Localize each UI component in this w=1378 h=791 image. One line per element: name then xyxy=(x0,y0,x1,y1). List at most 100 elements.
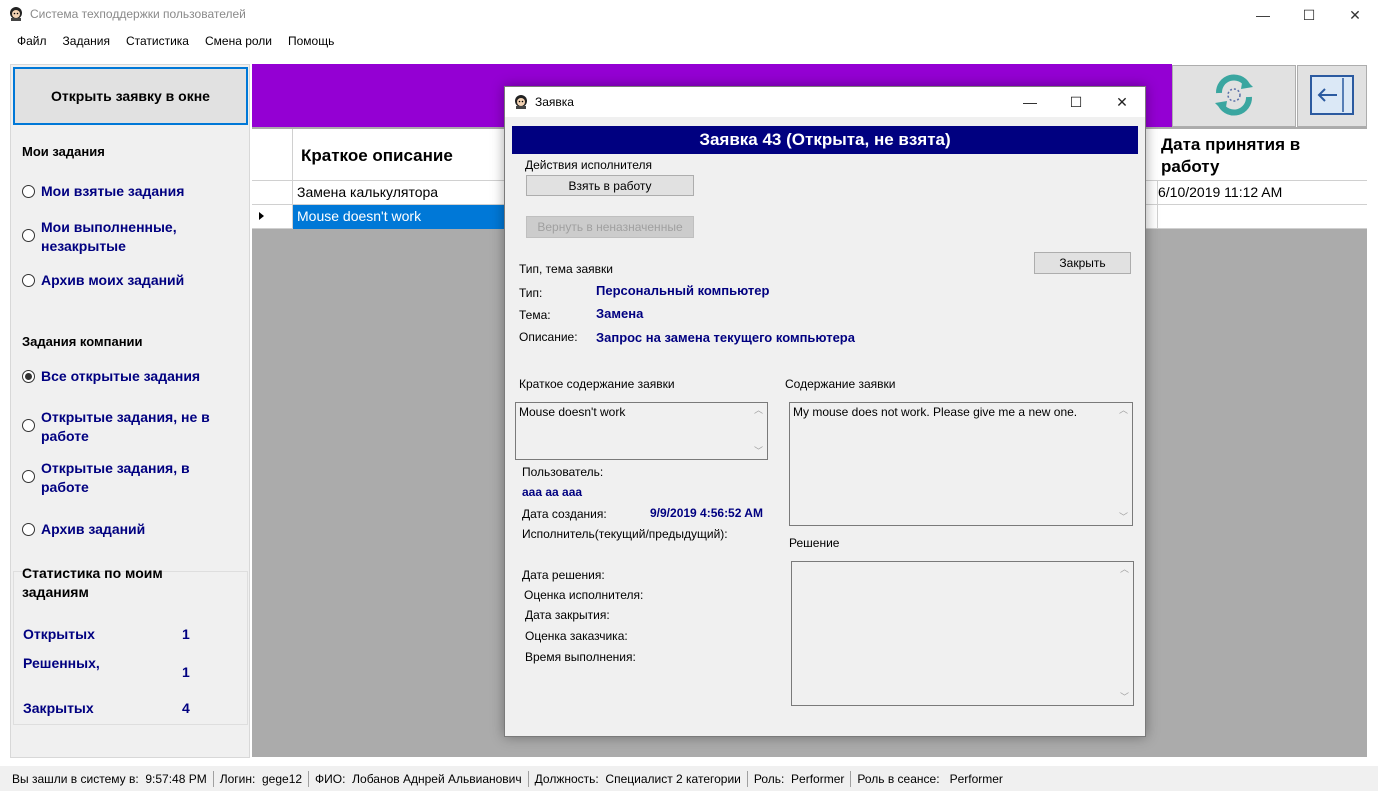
radio-button-checked-icon xyxy=(22,370,35,383)
status-value: Performer xyxy=(791,771,845,786)
radio-my-archive[interactable]: Архив моих заданий xyxy=(22,271,184,290)
stats-box: Статистика по моим заданиям Открытых 1 Р… xyxy=(13,565,248,725)
status-value: Performer xyxy=(949,771,1003,786)
radio-all-open[interactable]: Все открытые задания xyxy=(22,367,200,386)
status-session-role: Роль в сеансе: Performer xyxy=(851,772,1009,786)
status-value: Лобанов Аднрей Альвианович xyxy=(352,771,522,786)
ticket-header: Заявка 43 (Открыта, не взята) xyxy=(512,126,1138,154)
status-login: Логин: gege12 xyxy=(214,772,308,786)
menu-file[interactable]: Файл xyxy=(9,34,55,48)
back-button[interactable] xyxy=(1297,65,1367,127)
dialog-title: Заявка xyxy=(535,95,574,109)
app-logo-icon xyxy=(8,6,24,25)
performer-label: Исполнитель(текущий/предыдущий): xyxy=(522,527,728,541)
performer-rating-label: Оценка исполнителя: xyxy=(524,588,644,602)
radio-label: Мои выполненные, незакрытые xyxy=(41,219,177,254)
row-header[interactable] xyxy=(252,181,293,205)
radio-my-done-unclosed[interactable]: Мои выполненные, незакрытые xyxy=(22,218,222,256)
ticket-dialog: Заявка — ☐ ✕ Заявка 43 (Открыта, не взят… xyxy=(504,86,1146,737)
short-content-textbox[interactable]: Mouse doesn't work ︿ ﹀ xyxy=(515,402,768,460)
radio-label: Архив заданий xyxy=(41,521,146,537)
scroll-up-icon[interactable]: ︿ xyxy=(1119,406,1128,415)
cell-taken-date[interactable]: 6/10/2019 11:12 AM xyxy=(1157,181,1367,205)
content-textbox[interactable]: My mouse does not work. Please give me a… xyxy=(789,402,1133,526)
scrollbar[interactable]: ︿ ﹀ xyxy=(750,403,767,459)
status-fio: ФИО: Лобанов Аднрей Альвианович xyxy=(309,772,528,786)
performer-actions-label: Действия исполнителя xyxy=(525,158,652,172)
status-label: Вы зашли в систему в: xyxy=(12,771,139,786)
solution-label: Решение xyxy=(789,536,840,550)
column-header-taken-date[interactable]: Дата принятия в работу xyxy=(1161,134,1361,178)
user-value: aaa aa aaa xyxy=(522,485,583,499)
radio-my-taken-tasks[interactable]: Мои взятые задания xyxy=(22,182,184,201)
topic-value: Замена xyxy=(596,306,644,321)
menu-bar: Файл Задания Статистика Смена роли Помощ… xyxy=(0,30,1378,52)
scroll-down-icon[interactable]: ﹀ xyxy=(754,447,763,456)
scroll-down-icon[interactable]: ﹀ xyxy=(1120,693,1129,702)
radio-button-icon xyxy=(22,419,35,432)
stat-solved-label: Решенных, xyxy=(23,655,100,671)
menu-tasks[interactable]: Задания xyxy=(55,34,118,48)
scrollbar[interactable]: ︿ ﹀ xyxy=(1115,403,1132,525)
radio-label: Открытые задания, в работе xyxy=(41,460,190,495)
column-header-description[interactable]: Краткое описание xyxy=(301,146,453,166)
type-label: Тип: xyxy=(519,286,543,300)
row-header[interactable] xyxy=(252,205,293,229)
radio-open-in-work[interactable]: Открытые задания, в работе xyxy=(22,459,222,497)
radio-button-icon xyxy=(22,470,35,483)
radio-button-icon xyxy=(22,229,35,242)
close-button[interactable]: ✕ xyxy=(1332,0,1378,30)
dialog-maximize-button[interactable]: ☐ xyxy=(1053,87,1099,117)
radio-label: Открытые задания, не в работе xyxy=(41,409,210,444)
maximize-button[interactable]: ☐ xyxy=(1286,0,1332,30)
take-in-work-button[interactable]: Взять в работу xyxy=(526,175,694,196)
minimize-button[interactable]: — xyxy=(1240,0,1286,30)
short-content-text: Mouse doesn't work xyxy=(519,405,626,419)
stat-open-label: Открытых xyxy=(23,626,95,642)
radio-button-icon xyxy=(22,274,35,287)
cell-taken-date[interactable] xyxy=(1157,205,1367,229)
refresh-button[interactable] xyxy=(1172,65,1296,127)
description-label: Описание: xyxy=(519,330,578,344)
close-date-label: Дата закрытия: xyxy=(525,608,610,622)
status-role: Роль: Performer xyxy=(748,772,851,786)
status-value: gege12 xyxy=(262,771,303,786)
close-ticket-button[interactable]: Закрыть xyxy=(1034,252,1131,274)
radio-label: Архив моих заданий xyxy=(41,272,185,288)
description-value: Запрос на замена текущего компьютера xyxy=(596,330,855,345)
menu-help[interactable]: Помощь xyxy=(280,34,342,48)
scrollbar[interactable]: ︿ ﹀ xyxy=(1116,562,1133,705)
status-label: Логин: xyxy=(219,771,256,786)
refresh-icon xyxy=(1209,71,1259,122)
content-text: My mouse does not work. Please give me a… xyxy=(793,405,1078,419)
radio-label: Все открытые задания xyxy=(41,368,201,384)
dialog-titlebar: Заявка — ☐ ✕ xyxy=(505,87,1145,117)
solution-textbox[interactable]: ︿ ﹀ xyxy=(791,561,1134,706)
menu-statistics[interactable]: Статистика xyxy=(118,34,197,48)
customer-rating-label: Оценка заказчика: xyxy=(525,629,628,643)
status-position: Должность: Специалист 2 категории xyxy=(529,772,747,786)
radio-open-not-in-work[interactable]: Открытые задания, не в работе xyxy=(22,408,222,446)
status-label: Должность: xyxy=(534,771,599,786)
return-unassigned-button[interactable]: Вернуть в неназначенные xyxy=(526,216,694,238)
radio-button-icon xyxy=(22,523,35,536)
scroll-down-icon[interactable]: ﹀ xyxy=(1119,513,1128,522)
scroll-up-icon[interactable]: ︿ xyxy=(754,406,763,415)
topic-label: Тема: xyxy=(519,308,551,322)
scroll-up-icon[interactable]: ︿ xyxy=(1120,565,1129,574)
left-panel: Открыть заявку в окне Мои задания Мои вз… xyxy=(10,64,250,758)
open-ticket-window-button[interactable]: Открыть заявку в окне xyxy=(13,67,248,125)
dialog-minimize-button[interactable]: — xyxy=(1007,87,1053,117)
dialog-close-button[interactable]: ✕ xyxy=(1099,87,1145,117)
menu-change-role[interactable]: Смена роли xyxy=(197,34,280,48)
created-label: Дата создания: xyxy=(522,507,607,521)
radio-label: Мои взятые задания xyxy=(41,183,185,199)
back-arrow-icon xyxy=(1309,74,1355,119)
status-value: Специалист 2 категории xyxy=(605,771,741,786)
radio-archive[interactable]: Архив заданий xyxy=(22,520,145,539)
window-titlebar: Система техподдержки пользователей — ☐ ✕ xyxy=(0,0,1378,30)
app-logo-icon xyxy=(513,94,529,113)
type-value: Персональный компьютер xyxy=(596,283,770,298)
created-value: 9/9/2019 4:56:52 AM xyxy=(650,506,763,520)
radio-button-icon xyxy=(22,185,35,198)
